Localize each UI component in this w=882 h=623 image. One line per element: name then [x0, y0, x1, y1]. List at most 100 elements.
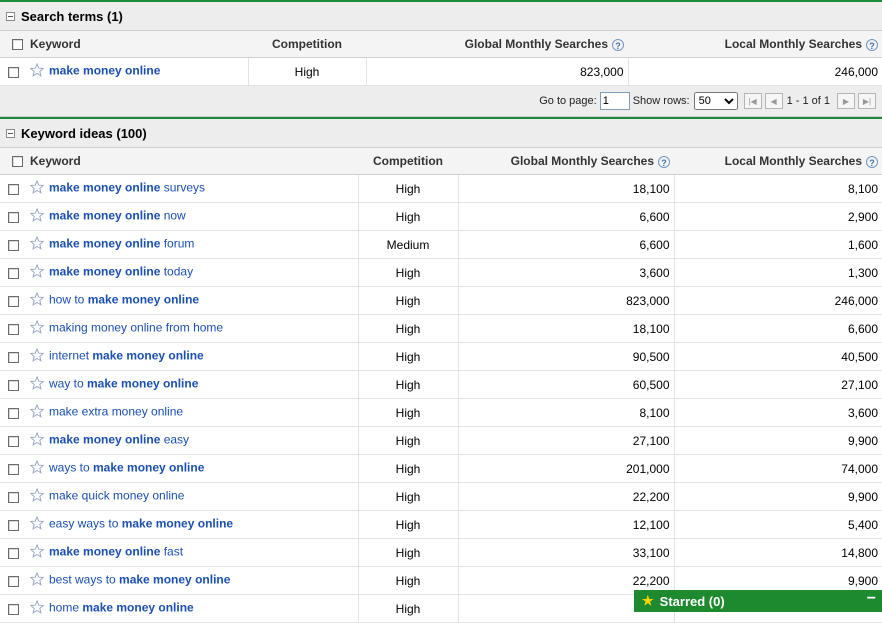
global-searches-cell: 60,500 — [458, 370, 675, 399]
help-icon[interactable]: ? — [658, 155, 670, 168]
row-checkbox[interactable] — [8, 575, 19, 587]
first-page-button[interactable]: |◀ — [743, 93, 762, 109]
keyword-link[interactable]: home make money online — [49, 601, 194, 615]
star-icon[interactable] — [29, 599, 45, 617]
competition-cell: High — [357, 258, 459, 287]
keyword-prefix: way to — [49, 376, 88, 391]
row-checkbox[interactable] — [8, 603, 19, 615]
local-searches-column-header[interactable]: Local Monthly Searches? — [674, 148, 882, 175]
collapse-icon[interactable] — [6, 128, 15, 138]
keyword-suffix: forum — [160, 236, 195, 251]
star-icon[interactable] — [29, 62, 45, 80]
star-icon[interactable] — [29, 235, 45, 253]
table-row: make money online today High 3,600 1,300 — [0, 258, 882, 287]
keyword-link[interactable]: make money online easy — [49, 433, 189, 447]
global-searches-column-header[interactable]: Global Monthly Searches? — [458, 148, 674, 175]
keyword-cell: home make money online — [26, 594, 358, 623]
help-icon[interactable]: ? — [866, 155, 878, 168]
keyword-link[interactable]: make money online forum — [49, 237, 194, 251]
star-icon[interactable] — [29, 319, 45, 337]
star-icon[interactable] — [29, 487, 45, 505]
keyword-link[interactable]: way to make money online — [49, 377, 198, 391]
star-icon[interactable] — [29, 459, 45, 477]
global-searches-cell: 90,500 — [458, 342, 675, 371]
rows-per-page-select[interactable]: 50 — [693, 92, 738, 110]
star-icon[interactable] — [29, 291, 45, 309]
row-checkbox[interactable] — [8, 519, 19, 531]
competition-column-header[interactable]: Competition — [248, 31, 366, 58]
star-icon[interactable] — [29, 207, 45, 225]
global-searches-cell: 823,000 — [366, 57, 629, 86]
star-icon[interactable] — [29, 375, 45, 393]
keyword-link[interactable]: how to make money online — [49, 293, 199, 307]
row-checkbox[interactable] — [8, 407, 19, 419]
local-searches-cell: 6,600 — [674, 314, 882, 343]
row-checkbox[interactable] — [8, 463, 19, 475]
keyword-link[interactable]: make money online now — [49, 209, 186, 223]
help-icon[interactable]: ? — [612, 38, 624, 51]
star-icon[interactable] — [29, 571, 45, 589]
row-checkbox[interactable] — [8, 239, 19, 251]
star-icon[interactable] — [29, 543, 45, 561]
competition-column-header[interactable]: Competition — [358, 148, 458, 175]
global-searches-column-header[interactable]: Global Monthly Searches? — [366, 31, 628, 58]
keyword-link[interactable]: make money online surveys — [49, 181, 205, 195]
keyword-column-header[interactable]: Keyword — [26, 148, 358, 175]
keyword-link[interactable]: make money online today — [49, 265, 193, 279]
star-icon[interactable] — [29, 179, 45, 197]
row-checkbox-cell — [0, 258, 26, 287]
row-checkbox[interactable] — [8, 435, 19, 447]
keyword-link[interactable]: make money online — [49, 64, 160, 78]
last-page-button[interactable]: ▶| — [858, 93, 876, 109]
row-checkbox[interactable] — [8, 267, 19, 279]
next-page-button[interactable]: ▶ — [837, 93, 855, 109]
help-icon[interactable]: ? — [866, 38, 878, 51]
row-checkbox[interactable] — [8, 491, 19, 503]
star-icon[interactable] — [29, 347, 45, 365]
keyword-cell: make money online now — [26, 202, 358, 231]
competition-cell: High — [357, 398, 459, 427]
local-searches-column-header[interactable]: Local Monthly Searches? — [628, 31, 882, 58]
keyword-link[interactable]: make money online fast — [49, 545, 183, 559]
search-terms-header: Search terms (1) — [0, 0, 882, 31]
collapse-icon[interactable] — [6, 11, 15, 21]
local-searches-label: Local Monthly Searches — [724, 37, 862, 51]
select-all-checkbox[interactable] — [11, 39, 23, 51]
starred-panel-bar[interactable]: ★ Starred (0) − — [634, 590, 882, 612]
keyword-link[interactable]: make quick money online — [49, 489, 184, 503]
minimize-icon[interactable]: − — [867, 591, 876, 607]
row-checkbox-cell — [0, 426, 26, 455]
previous-page-button[interactable]: ◀ — [764, 93, 783, 109]
row-checkbox-cell — [0, 538, 26, 567]
global-searches-cell: 823,000 — [458, 286, 675, 315]
page-number-input[interactable] — [599, 92, 630, 110]
keyword-link[interactable]: internet make money online — [49, 349, 204, 363]
keyword-link[interactable]: making money online from home — [49, 321, 223, 335]
row-checkbox-cell — [0, 370, 26, 399]
keyword-link[interactable]: ways to make money online — [49, 461, 204, 475]
keyword-column-header[interactable]: Keyword — [26, 31, 248, 58]
table-row: make quick money online High 22,200 9,900 — [0, 482, 882, 511]
keyword-link[interactable]: make extra money online — [49, 405, 183, 419]
star-icon[interactable] — [29, 263, 45, 281]
row-checkbox[interactable] — [8, 547, 19, 559]
select-all-checkbox[interactable] — [11, 156, 23, 168]
star-icon[interactable] — [29, 431, 45, 449]
global-searches-cell: 22,200 — [458, 482, 675, 511]
keyword-link[interactable]: best ways to make money online — [49, 573, 230, 587]
row-checkbox[interactable] — [8, 323, 19, 335]
local-searches-cell: 3,600 — [674, 398, 882, 427]
keyword-prefix: internet — [49, 348, 93, 363]
keyword-suffix: now — [160, 208, 186, 223]
star-icon[interactable] — [29, 515, 45, 533]
keyword-link[interactable]: easy ways to make money online — [49, 517, 233, 531]
keyword-ideas-title: Keyword ideas (100) — [21, 125, 147, 141]
row-checkbox[interactable] — [8, 183, 19, 195]
row-checkbox[interactable] — [8, 295, 19, 307]
row-checkbox[interactable] — [8, 211, 19, 223]
row-checkbox[interactable] — [8, 351, 19, 363]
competition-cell: High — [357, 286, 459, 315]
row-checkbox[interactable] — [8, 379, 19, 391]
star-icon[interactable] — [29, 403, 45, 421]
row-checkbox[interactable] — [8, 66, 19, 78]
